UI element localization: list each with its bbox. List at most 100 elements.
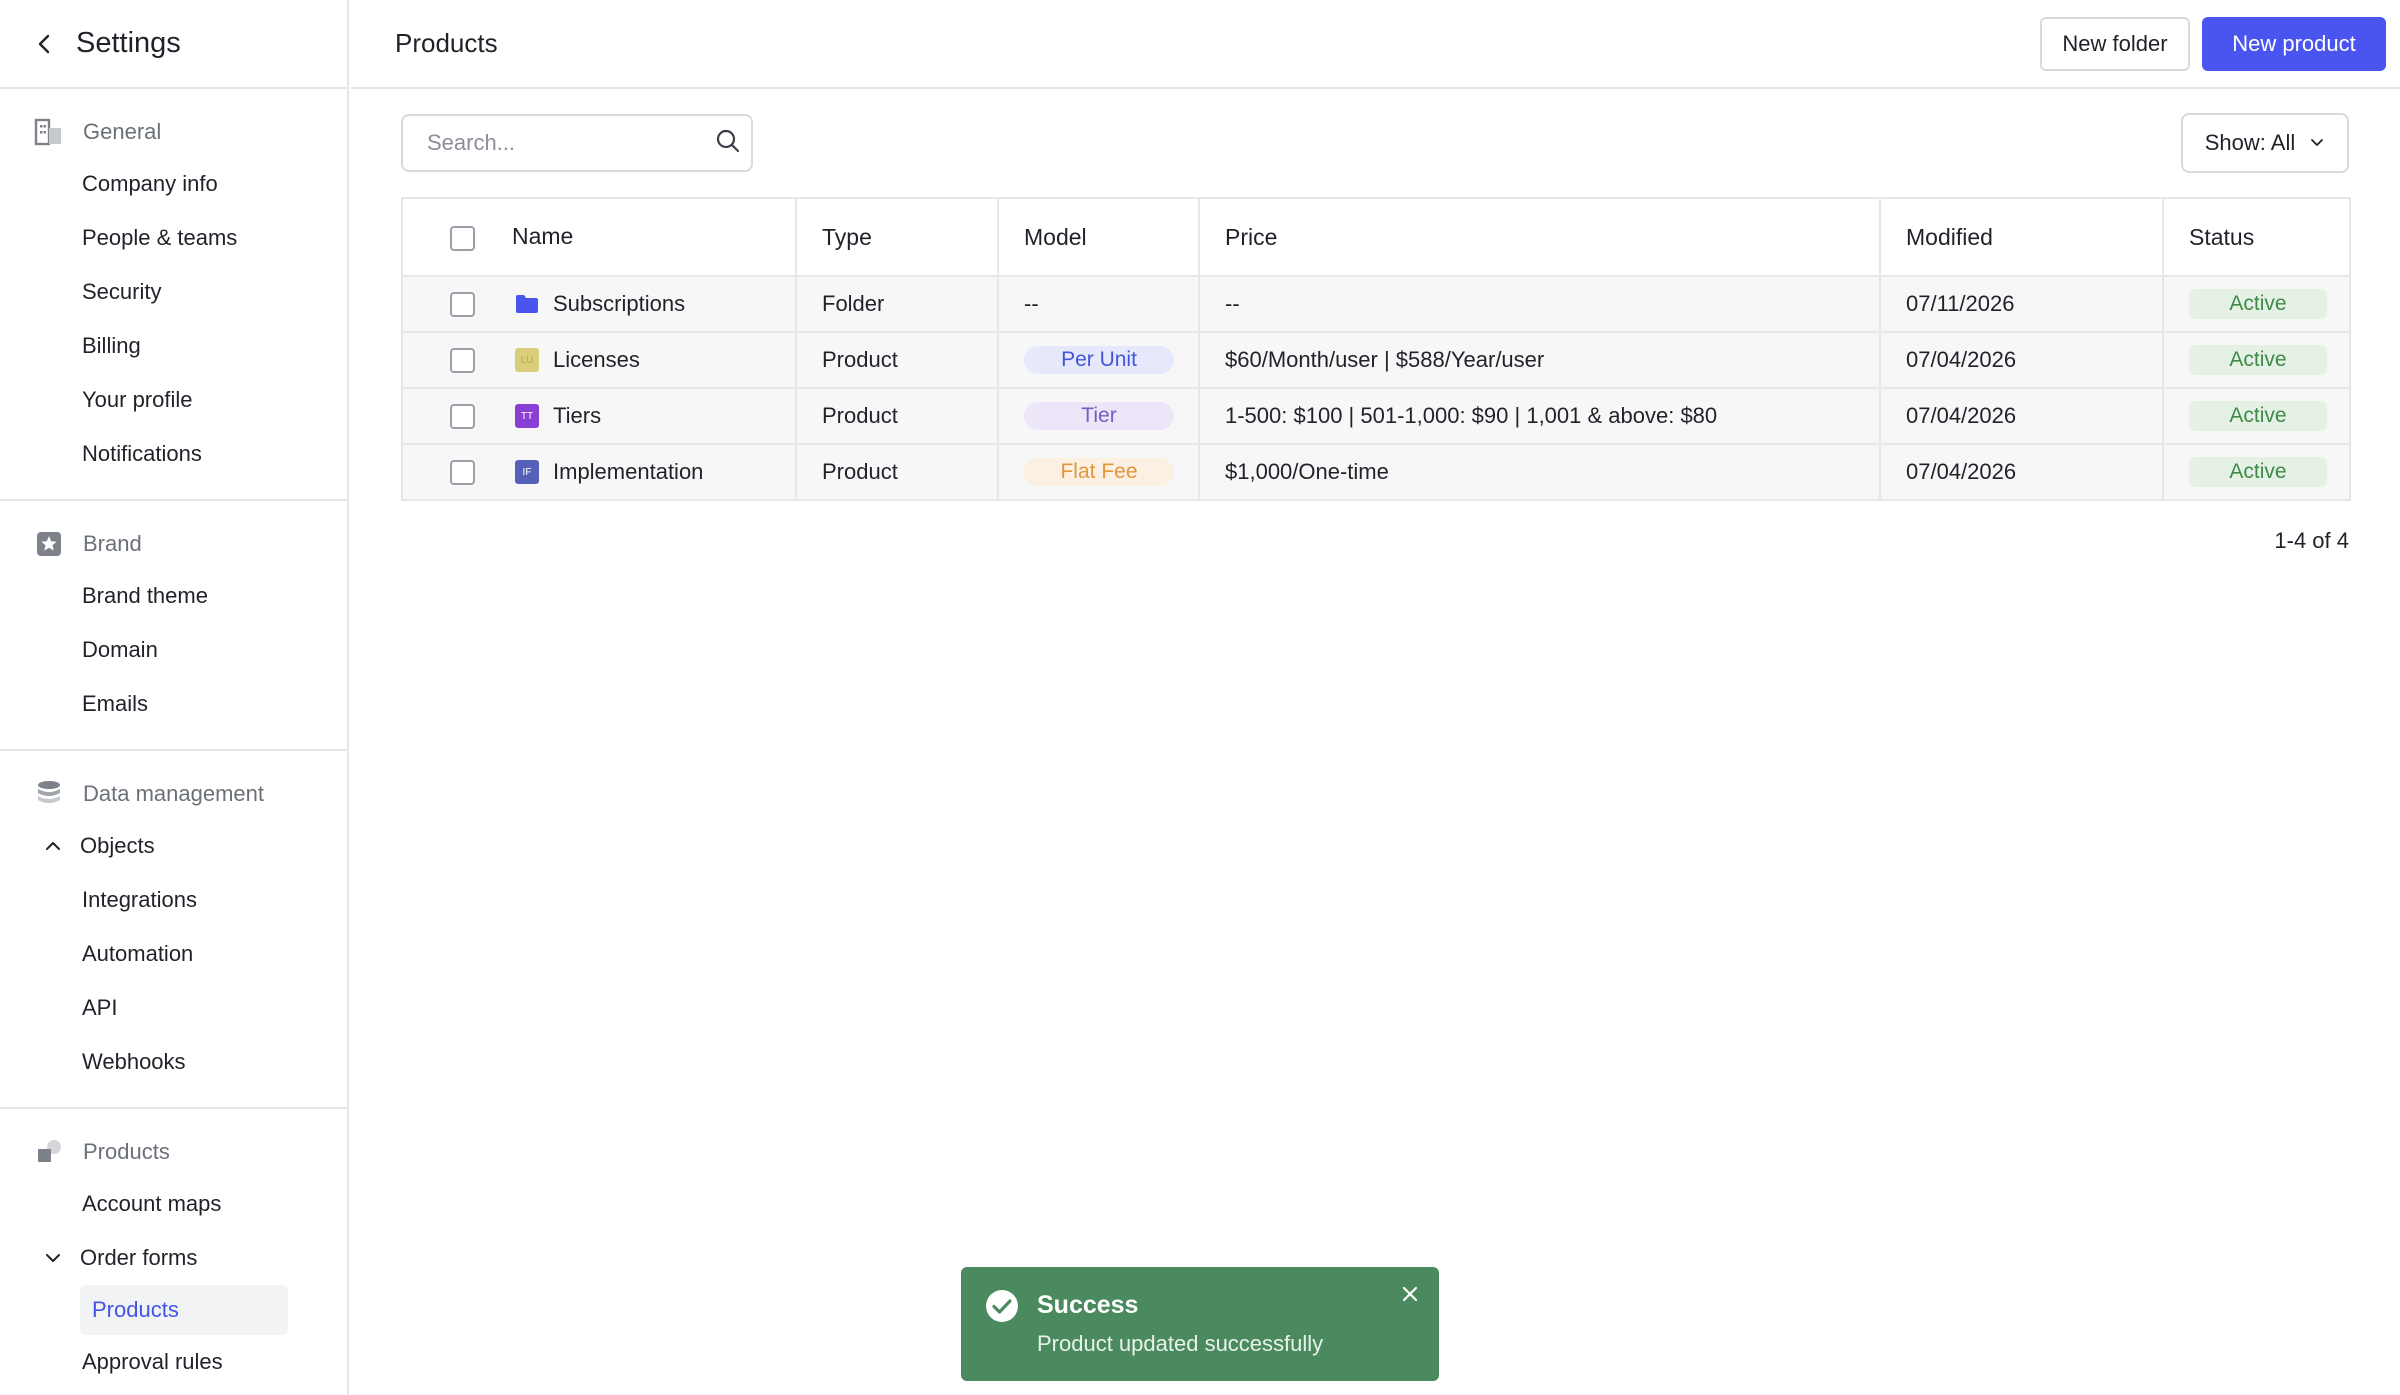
name-cell: Subscriptions [428,291,795,317]
sidebar-item-company-info[interactable]: Company info [0,157,347,211]
sidebar-item-api[interactable]: API [0,981,347,1035]
model-badge: Per Unit [1024,346,1174,374]
page-title: Products [395,28,498,58]
sidebar-group-label: Brand [83,531,142,556]
toast-message: Product updated successfully [1037,1331,1324,1356]
sidebar-title: Settings [76,27,181,59]
sidebar-item-automation[interactable]: Automation [0,927,347,981]
show-filter-label: Show: All [2204,130,2296,155]
status-badge: Active [2189,345,2327,375]
sidebar-group-label: General [83,119,162,144]
check-circle-icon [985,1289,1019,1323]
table-toolbar: Show: All [401,113,2349,173]
row-checkbox[interactable] [450,347,475,373]
name-cell: LU Licenses [428,347,795,373]
sidebar-section-brand: Brand Brand theme Domain Emails [0,501,347,751]
column-name[interactable]: Name [401,197,796,277]
sidebar-group-label: Products [83,1139,170,1164]
search-input[interactable] [427,130,715,156]
sidebar-item-approval-rules[interactable]: Approval rules [0,1335,347,1389]
chevron-down-icon [40,1245,66,1271]
sidebar-item-emails[interactable]: Emails [0,677,347,731]
new-product-button[interactable]: New product [2202,16,2386,71]
search-icon[interactable] [715,128,741,159]
sidebar-item-domain[interactable]: Domain [0,623,347,677]
row-price: -- [1198,276,1880,333]
column-status[interactable]: Status [2162,197,2351,277]
sidebar-group-label: Data management [83,781,264,806]
tiers-icon: TT [515,404,539,428]
pagination-label: 1-4 of 4 [2274,528,2349,553]
sidebar-item-your-profile[interactable]: Your profile [0,373,347,427]
row-type: Product [795,332,998,389]
table-row[interactable]: TT Tiers Product Tier 1-500: $100 | 501-… [401,388,2351,445]
row-type: Product [795,388,998,445]
sidebar-item-billing[interactable]: Billing [0,319,347,373]
sidebar-sub-label: Order forms [80,1245,198,1270]
column-modified[interactable]: Modified [1879,197,2163,277]
success-toast: Success Product updated successfully [961,1267,1439,1381]
chevron-down-icon [2309,130,2325,156]
row-modified: 07/04/2026 [1879,444,2163,501]
row-checkbox[interactable] [450,459,475,485]
search-box[interactable] [401,114,753,172]
status-badge: Active [2189,289,2327,319]
star-icon [34,529,64,559]
sidebar-sub-objects[interactable]: Objects [0,819,347,873]
show-filter-dropdown[interactable]: Show: All [2181,113,2349,173]
row-name[interactable]: Subscriptions [553,291,685,317]
row-modified: 07/11/2026 [1879,276,2163,333]
implementation-icon: IF [515,460,539,484]
status-badge: Active [2189,457,2327,487]
sidebar-group-data-management: Data management [0,769,347,819]
sidebar-item-integrations[interactable]: Integrations [0,873,347,927]
row-modified: 07/04/2026 [1879,332,2163,389]
row-checkbox[interactable] [450,403,475,429]
toast-title: Success [1037,1291,1139,1319]
sidebar-item-people-teams[interactable]: People & teams [0,211,347,265]
row-name[interactable]: Licenses [553,347,640,373]
sidebar-item-webhooks[interactable]: Webhooks [0,1035,347,1089]
row-price: $60/Month/user | $588/Year/user [1198,332,1880,389]
new-folder-button[interactable]: New folder [2040,16,2190,71]
sidebar-item-products[interactable]: Products [80,1285,288,1335]
close-icon[interactable] [1397,1281,1423,1307]
sidebar: Settings General Company info People & t… [0,0,349,1395]
sidebar-group-products: Products [0,1127,347,1177]
sidebar-item-account-maps[interactable]: Account maps [0,1177,347,1231]
model-badge: Tier [1024,402,1174,430]
row-name[interactable]: Implementation [553,459,703,485]
sidebar-section-data-management: Data management Objects Integrations Aut… [0,751,347,1109]
row-model: -- [997,276,1199,333]
table-row[interactable]: IF Implementation Product Flat Fee $1,00… [401,444,2351,501]
column-price[interactable]: Price [1198,197,1880,277]
table-row[interactable]: LU Licenses Product Per Unit $60/Month/u… [401,332,2351,389]
folder-icon [515,292,539,316]
row-checkbox[interactable] [450,291,475,317]
sidebar-section-products: Products Account maps Order forms Produc… [0,1109,347,1395]
column-type[interactable]: Type [795,197,998,277]
row-type: Product [795,444,998,501]
top-bar: Products New folder New product [351,0,2400,89]
name-cell: IF Implementation [428,459,795,485]
select-all-checkbox[interactable] [450,225,475,251]
building-icon [34,117,64,147]
sidebar-sub-order-forms[interactable]: Order forms [0,1231,347,1285]
sidebar-sub-label: Objects [80,833,155,858]
row-modified: 07/04/2026 [1879,388,2163,445]
column-model[interactable]: Model [997,197,1199,277]
sidebar-group-general: General [0,107,347,157]
sidebar-item-security[interactable]: Security [0,265,347,319]
back-arrow-icon[interactable] [30,29,60,59]
table-row[interactable]: Subscriptions Folder -- -- 07/11/2026 Ac… [401,276,2351,333]
table-header-row: Name Type Model Price Modified Status [401,197,2351,277]
sidebar-item-brand-theme[interactable]: Brand theme [0,569,347,623]
row-type: Folder [795,276,998,333]
row-price: 1-500: $100 | 501-1,000: $90 | 1,001 & a… [1198,388,1880,445]
sidebar-item-notifications[interactable]: Notifications [0,427,347,481]
licenses-icon: LU [515,348,539,372]
products-icon [34,1137,64,1167]
database-icon [34,779,64,809]
row-name[interactable]: Tiers [553,403,601,429]
column-name-label: Name [512,223,574,250]
